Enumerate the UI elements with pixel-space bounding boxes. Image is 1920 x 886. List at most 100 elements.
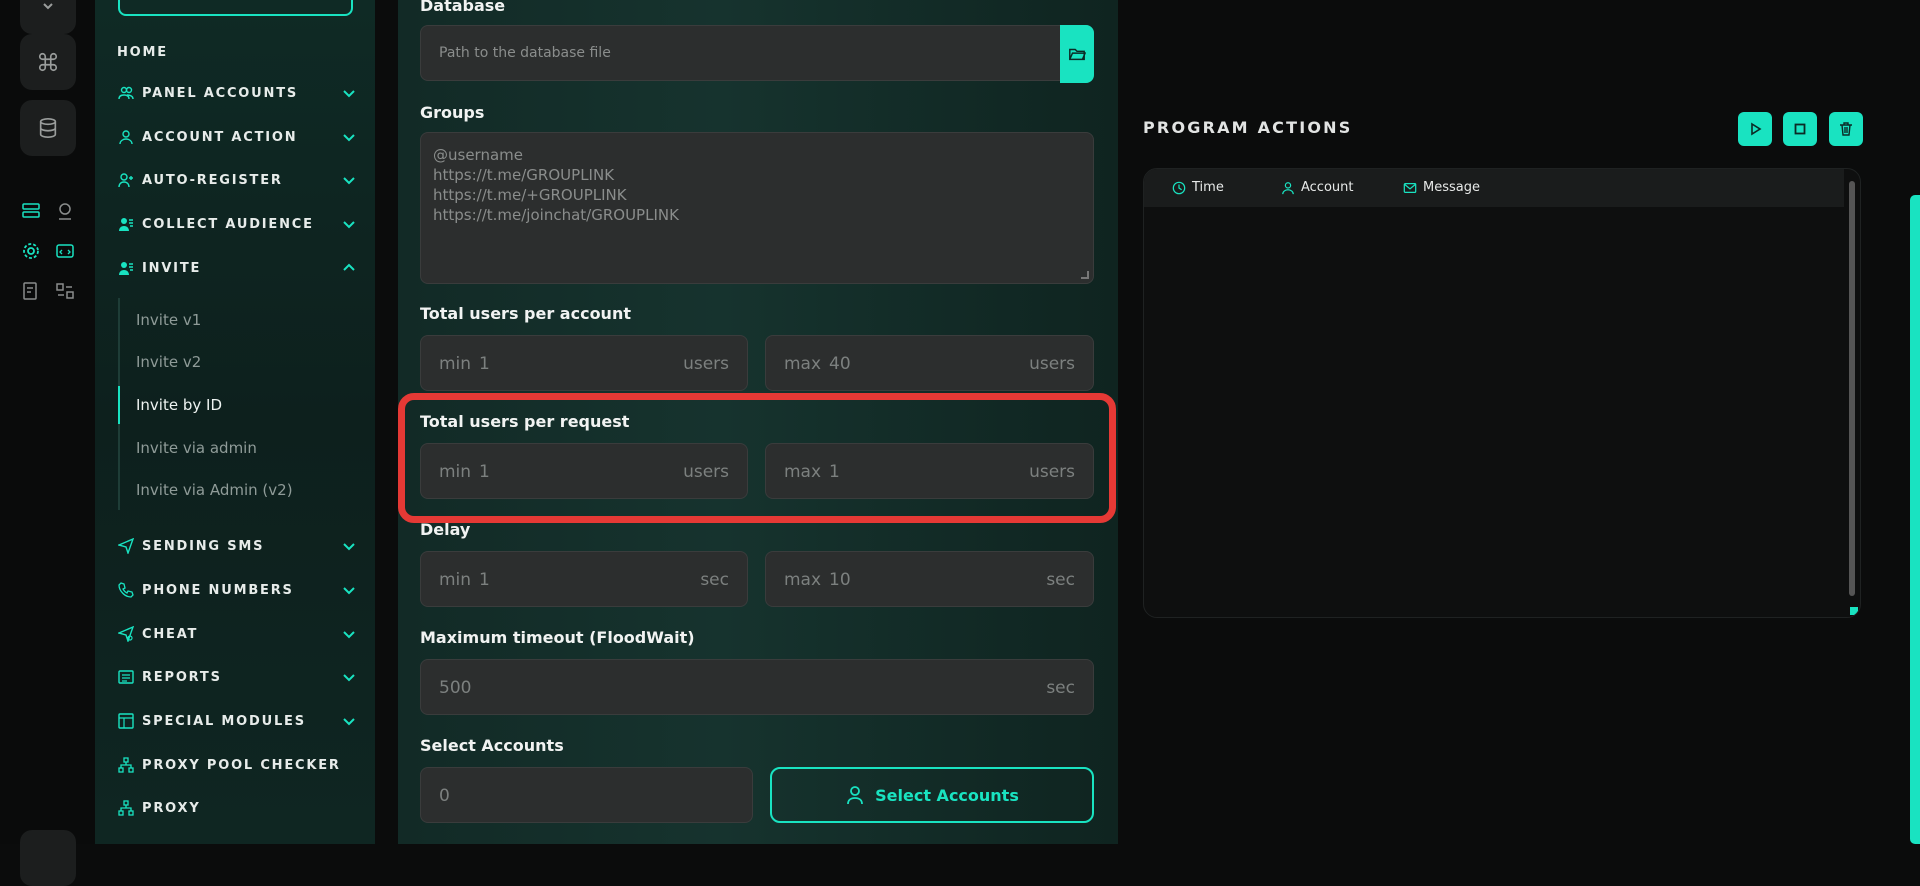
max-value: 10	[829, 570, 851, 590]
clock-icon	[1172, 181, 1186, 194]
column-header-label: Account	[1301, 180, 1354, 195]
transfer-icon[interactable]	[53, 279, 77, 303]
unit-suffix: sec	[1046, 678, 1075, 698]
users-per-account-min-input[interactable]: min 1 users	[420, 335, 748, 391]
chevron-down-icon	[343, 134, 355, 142]
user-icon	[117, 128, 135, 146]
checklist-icon[interactable]	[19, 279, 43, 303]
min-prefix: min	[439, 570, 472, 590]
unit-suffix: users	[1029, 354, 1075, 374]
chevron-up-icon	[343, 263, 355, 271]
chevron-down-icon	[343, 177, 355, 185]
mail-icon	[1403, 182, 1417, 193]
sidebar-item-label: PHONE NUMBERS	[142, 582, 294, 598]
sidebar-item-invite[interactable]: INVITE	[117, 256, 357, 280]
sidebar-item-home[interactable]: HOME	[117, 40, 357, 64]
sidebar-item-cheat[interactable]: CHEAT	[117, 622, 357, 646]
database-path-placeholder: Path to the database file	[439, 45, 611, 61]
send-gear-icon	[117, 625, 135, 643]
sidebar: HOME PANEL ACCOUNTS ACCOUNT ACTION AUTO-…	[95, 0, 375, 844]
icon-rail	[0, 0, 95, 886]
gear-icon[interactable]	[19, 239, 43, 263]
play-icon	[1751, 122, 1762, 136]
command-icon[interactable]	[20, 34, 76, 90]
resize-handle[interactable]	[1850, 607, 1858, 615]
sidebar-search-box[interactable]	[118, 0, 353, 16]
server-list-icon[interactable]	[19, 199, 43, 223]
stop-button[interactable]	[1783, 112, 1817, 146]
chevron-down-icon[interactable]	[20, 0, 76, 34]
groups-placeholder-line: https://t.me/joinchat/GROUPLINK	[433, 206, 679, 224]
chevron-down-icon	[343, 221, 355, 229]
selected-accounts-count: 0	[420, 767, 753, 823]
sidebar-item-label: PANEL ACCOUNTS	[142, 85, 299, 101]
sidebar-subitem-invite-by-id[interactable]: Invite by ID	[136, 396, 222, 414]
users-icon	[117, 84, 135, 102]
select-accounts-button[interactable]: Select Accounts	[770, 767, 1094, 823]
sidebar-subitem-invite-v1[interactable]: Invite v1	[136, 311, 201, 329]
page-scrollbar[interactable]	[1910, 195, 1920, 844]
user-list-icon	[117, 259, 135, 277]
sidebar-item-reports[interactable]: REPORTS	[117, 665, 357, 689]
sidebar-item-account-action[interactable]: ACCOUNT ACTION	[117, 125, 357, 149]
select-accounts-label: Select Accounts	[420, 736, 564, 755]
sidebar-item-label: ACCOUNT ACTION	[142, 129, 298, 145]
sidebar-item-label: COLLECT AUDIENCE	[142, 216, 314, 232]
highlight-box	[398, 393, 1116, 523]
max-prefix: max	[784, 354, 822, 374]
phone-icon	[117, 581, 135, 599]
rail-bottom-button[interactable]	[20, 830, 76, 886]
folder-open-icon[interactable]	[1060, 25, 1094, 83]
network-icon	[117, 756, 135, 774]
column-header-label: Time	[1192, 180, 1224, 195]
sidebar-subitem-invite-via-admin-v2[interactable]: Invite via Admin (v2)	[136, 481, 293, 499]
resize-handle[interactable]	[1081, 271, 1089, 279]
database-path-field[interactable]: Path to the database file	[420, 25, 1094, 83]
program-log-table: Time Account Message	[1143, 168, 1861, 618]
database-label: Database	[420, 0, 506, 15]
log-scrollbar[interactable]	[1849, 181, 1855, 596]
clear-log-button[interactable]	[1829, 112, 1863, 146]
sidebar-subitem-invite-v2[interactable]: Invite v2	[136, 353, 201, 371]
sidebar-subitem-invite-via-admin[interactable]: Invite via admin	[136, 439, 257, 457]
user-icon	[847, 786, 864, 805]
delay-max-input[interactable]: max 10 sec	[765, 551, 1094, 607]
submenu-active-indicator	[118, 386, 120, 424]
chevron-down-icon	[343, 631, 355, 639]
sidebar-item-label: SPECIAL MODULES	[142, 713, 306, 729]
max-timeout-input[interactable]: 500 sec	[420, 659, 1094, 715]
column-header-time[interactable]: Time	[1172, 180, 1224, 195]
sidebar-item-proxy-pool-checker[interactable]: PROXY POOL CHECKER	[117, 753, 357, 777]
column-header-label: Message	[1423, 180, 1480, 195]
sidebar-item-phone-numbers[interactable]: PHONE NUMBERS	[117, 578, 357, 602]
max-prefix: max	[784, 570, 822, 590]
code-window-icon[interactable]	[53, 239, 77, 263]
max-value: 40	[829, 354, 851, 374]
column-header-message[interactable]: Message	[1403, 180, 1480, 195]
delay-min-input[interactable]: min 1 sec	[420, 551, 748, 607]
user-plus-icon	[117, 171, 135, 189]
sidebar-item-special-modules[interactable]: SPECIAL MODULES	[117, 709, 357, 733]
sidebar-item-sending-sms[interactable]: SENDING SMS	[117, 534, 357, 558]
sidebar-item-auto-register[interactable]: AUTO-REGISTER	[117, 168, 357, 192]
report-icon	[117, 668, 135, 686]
groups-placeholder-line: https://t.me/+GROUPLINK	[433, 186, 627, 204]
play-button[interactable]	[1738, 112, 1772, 146]
sidebar-item-panel-accounts[interactable]: PANEL ACCOUNTS	[117, 81, 357, 105]
user-pin-icon[interactable]	[53, 199, 77, 223]
select-accounts-button-label: Select Accounts	[875, 785, 1019, 805]
log-table-header: Time Account Message	[1144, 169, 1844, 207]
groups-placeholder-line: @username	[433, 146, 523, 164]
unit-suffix: sec	[700, 570, 729, 590]
column-header-account[interactable]: Account	[1281, 180, 1354, 195]
database-icon[interactable]	[20, 100, 76, 156]
total-users-per-account-label: Total users per account	[420, 304, 631, 323]
sidebar-item-proxy[interactable]: PROXY	[117, 796, 357, 820]
groups-textarea[interactable]: @username https://t.me/GROUPLINK https:/…	[420, 132, 1094, 284]
sidebar-item-label: INVITE	[142, 260, 202, 276]
sidebar-item-collect-audience[interactable]: COLLECT AUDIENCE	[117, 212, 357, 236]
min-prefix: min	[439, 354, 472, 374]
users-per-account-max-input[interactable]: max 40 users	[765, 335, 1094, 391]
trash-icon	[1840, 122, 1852, 136]
sidebar-item-label: CHEAT	[142, 626, 199, 642]
